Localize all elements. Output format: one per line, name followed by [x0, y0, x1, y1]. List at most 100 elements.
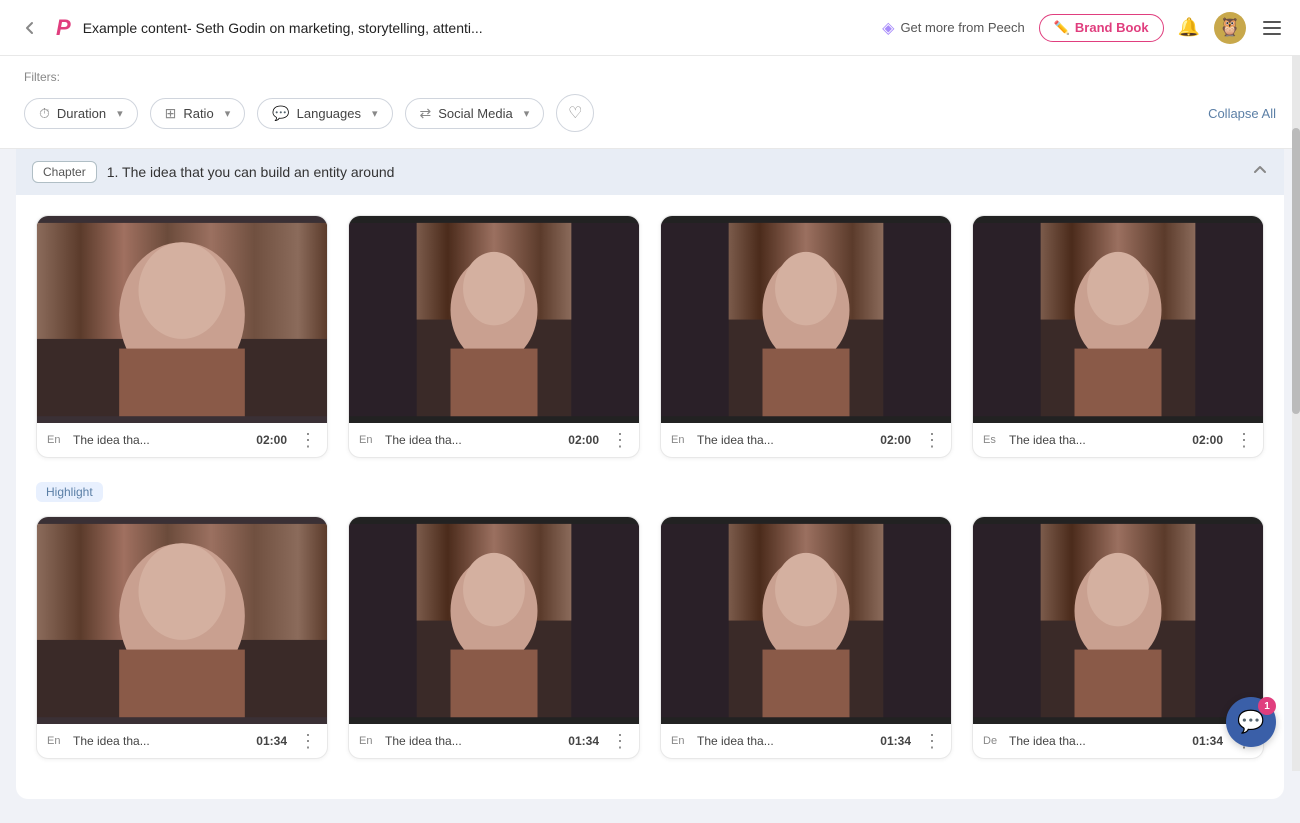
card-4-name: The idea tha...	[1009, 433, 1186, 447]
brand-book-label: Brand Book	[1075, 20, 1149, 35]
card-1[interactable]: En The idea tha... 02:00 ⋮	[36, 215, 328, 458]
card-3-duration: 02:00	[880, 433, 911, 447]
filters-row: ⏱ Duration ▾ ⊞ Ratio ▾ 💬 Languages ▾ ⇄ S…	[24, 94, 1276, 132]
card-5-duration: 01:34	[256, 734, 287, 748]
card-8-duration: 01:34	[1192, 734, 1223, 748]
brand-book-button[interactable]: ✏️ Brand Book	[1039, 14, 1164, 42]
card-1-lang: En	[47, 434, 67, 446]
languages-filter[interactable]: 💬 Languages ▾	[257, 98, 392, 129]
card-6[interactable]: En The idea tha... 01:34 ⋮	[348, 516, 640, 759]
card-7-duration: 01:34	[880, 734, 911, 748]
card-6-name: The idea tha...	[385, 734, 562, 748]
topnav-right-section: ◈ Get more from Peech ✏️ Brand Book 🔔 🦉	[882, 12, 1284, 44]
chapter-title: 1. The idea that you can build an entity…	[107, 164, 1242, 180]
card-5-more-button[interactable]: ⋮	[299, 732, 317, 750]
avatar[interactable]: 🦉	[1214, 12, 1246, 44]
card-8-name: The idea tha...	[1009, 734, 1186, 748]
chat-badge: 1	[1258, 697, 1276, 715]
card-6-thumbnail	[349, 517, 639, 724]
card-3-name: The idea tha...	[697, 433, 874, 447]
highlight-section-label: Highlight	[36, 482, 103, 502]
duration-label: Duration	[57, 106, 106, 121]
card-7-more-button[interactable]: ⋮	[923, 732, 941, 750]
card-2-more-button[interactable]: ⋮	[611, 431, 629, 449]
card-5-name: The idea tha...	[73, 734, 250, 748]
app-logo: P	[56, 15, 71, 41]
card-3-lang: En	[671, 434, 691, 446]
collapse-all-button[interactable]: Collapse All	[1208, 106, 1276, 121]
notifications-bell[interactable]: 🔔	[1178, 17, 1200, 38]
social-media-chevron-icon: ▾	[524, 107, 530, 120]
card-8-thumbnail	[973, 517, 1263, 724]
menu-line-2	[1263, 27, 1281, 29]
card-1-duration: 02:00	[256, 433, 287, 447]
peech-promo[interactable]: ◈ Get more from Peech	[882, 18, 1025, 38]
card-8-lang: De	[983, 735, 1003, 747]
chapter-collapse-button[interactable]	[1252, 162, 1268, 183]
ratio-filter[interactable]: ⊞ Ratio ▾	[150, 98, 246, 129]
card-5-thumbnail	[37, 517, 327, 724]
card-6-more-button[interactable]: ⋮	[611, 732, 629, 750]
top-cards-grid: En The idea tha... 02:00 ⋮	[36, 215, 1264, 458]
card-4-info: Es The idea tha... 02:00 ⋮	[973, 423, 1263, 457]
favorites-filter[interactable]: ♡	[556, 94, 594, 132]
social-media-label: Social Media	[438, 106, 512, 121]
ratio-icon: ⊞	[165, 105, 177, 122]
card-1-more-button[interactable]: ⋮	[299, 431, 317, 449]
languages-label: Languages	[297, 106, 361, 121]
diamond-icon: ◈	[882, 18, 894, 38]
chat-button[interactable]: 💬 1	[1226, 697, 1276, 747]
card-2-lang: En	[359, 434, 379, 446]
ratio-label: Ratio	[183, 106, 213, 121]
clock-icon: ⏱	[39, 105, 50, 122]
card-1-thumbnail	[37, 216, 327, 423]
speech-icon: 💬	[272, 105, 289, 122]
main-content: Chapter 1. The idea that you can build a…	[0, 149, 1300, 823]
menu-line-3	[1263, 33, 1281, 35]
card-3-thumbnail	[661, 216, 951, 423]
card-2-thumbnail	[349, 216, 639, 423]
card-3-more-button[interactable]: ⋮	[923, 431, 941, 449]
card-4[interactable]: Es The idea tha... 02:00 ⋮	[972, 215, 1264, 458]
card-5-info: En The idea tha... 01:34 ⋮	[37, 724, 327, 758]
page-title: Example content- Seth Godin on marketing…	[83, 20, 870, 36]
share-icon: ⇄	[420, 105, 432, 122]
card-5[interactable]: En The idea tha... 01:34 ⋮	[36, 516, 328, 759]
cards-section: En The idea tha... 02:00 ⋮	[16, 195, 1284, 799]
bottom-cards-grid: En The idea tha... 01:34 ⋮	[36, 516, 1264, 759]
top-navigation: P Example content- Seth Godin on marketi…	[0, 0, 1300, 56]
card-4-duration: 02:00	[1192, 433, 1223, 447]
scrollbar[interactable]	[1292, 56, 1300, 771]
languages-chevron-icon: ▾	[372, 107, 378, 120]
duration-chevron-icon: ▾	[117, 107, 123, 120]
ratio-chevron-icon: ▾	[225, 107, 231, 120]
card-2-name: The idea tha...	[385, 433, 562, 447]
card-5-lang: En	[47, 735, 67, 747]
card-7-name: The idea tha...	[697, 734, 874, 748]
card-4-more-button[interactable]: ⋮	[1235, 431, 1253, 449]
card-7[interactable]: En The idea tha... 01:34 ⋮	[660, 516, 952, 759]
card-7-info: En The idea tha... 01:34 ⋮	[661, 724, 951, 758]
card-1-name: The idea tha...	[73, 433, 250, 447]
card-3[interactable]: En The idea tha... 02:00 ⋮	[660, 215, 952, 458]
filters-bar: Filters: ⏱ Duration ▾ ⊞ Ratio ▾ 💬 Langua…	[0, 56, 1300, 149]
pencil-icon: ✏️	[1054, 20, 1070, 36]
chapter-header: Chapter 1. The idea that you can build a…	[16, 149, 1284, 195]
peech-promo-label: Get more from Peech	[900, 20, 1024, 35]
card-2-info: En The idea tha... 02:00 ⋮	[349, 423, 639, 457]
hamburger-menu[interactable]	[1260, 21, 1284, 35]
chapter-badge: Chapter	[32, 161, 97, 183]
card-8[interactable]: De The idea tha... 01:34 ⋮	[972, 516, 1264, 759]
card-8-info: De The idea tha... 01:34 ⋮	[973, 724, 1263, 758]
heart-icon: ♡	[568, 103, 582, 123]
social-media-filter[interactable]: ⇄ Social Media ▾	[405, 98, 545, 129]
filters-label: Filters:	[24, 70, 1276, 84]
duration-filter[interactable]: ⏱ Duration ▾	[24, 98, 138, 129]
back-button[interactable]	[16, 14, 44, 42]
card-4-lang: Es	[983, 434, 1003, 446]
scrollbar-thumb[interactable]	[1292, 128, 1300, 414]
card-7-lang: En	[671, 735, 691, 747]
menu-line-1	[1263, 21, 1281, 23]
card-2[interactable]: En The idea tha... 02:00 ⋮	[348, 215, 640, 458]
card-6-duration: 01:34	[568, 734, 599, 748]
